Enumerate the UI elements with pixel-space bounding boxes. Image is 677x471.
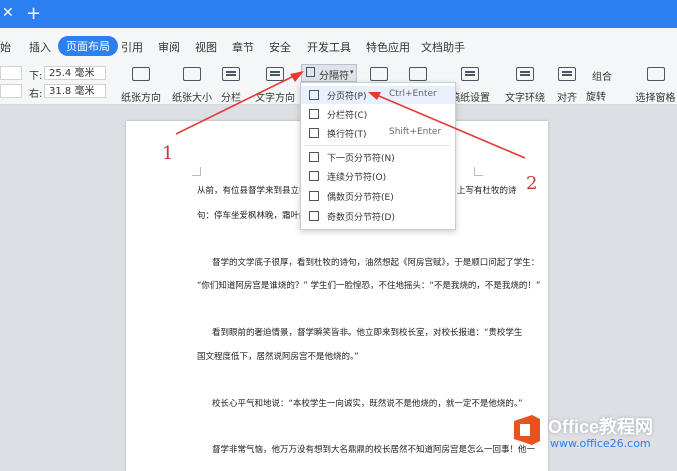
arrow-head-1 [290,71,304,82]
watermark-logo: Office教程网 www.office26.com [510,405,677,465]
annotation-arrow-1 [175,71,303,135]
watermark-url: www.office26.com [550,437,651,450]
annotation-number-1: 1 [162,143,174,164]
watermark-brand: Office教程网 [548,417,654,437]
annotation-arrow-2 [371,92,526,159]
office-logo-icon [514,415,540,445]
annotation-arrows [175,71,526,159]
annotation-number-2: 2 [526,173,538,194]
